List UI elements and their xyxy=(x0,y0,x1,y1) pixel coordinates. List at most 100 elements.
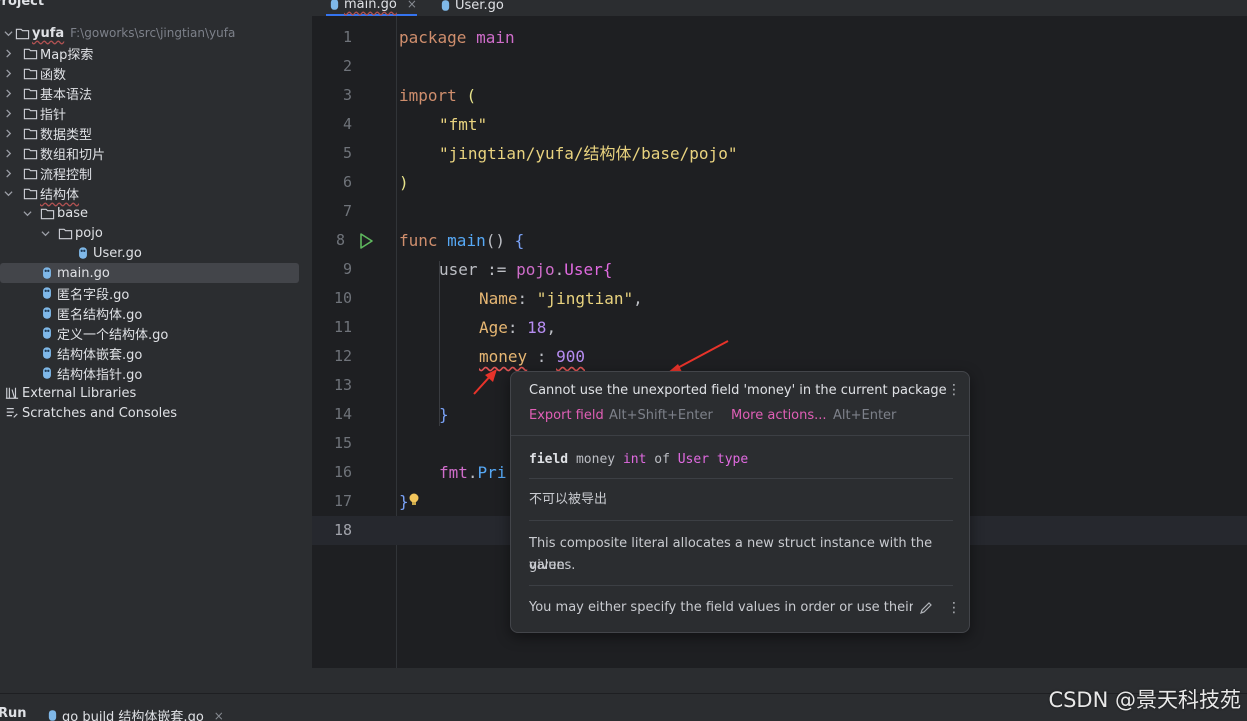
code-text: user := pojo.User{ xyxy=(439,255,612,284)
chevron-right-icon[interactable] xyxy=(2,47,14,59)
function-name: main xyxy=(447,231,486,250)
lightbulb-icon[interactable] xyxy=(408,492,420,508)
tree-folder-data-types[interactable]: 数据类型 xyxy=(0,123,299,143)
code-line: 10 Name: "jingtian", xyxy=(312,284,1247,313)
chevron-right-icon[interactable] xyxy=(2,127,14,139)
code-text: import ( xyxy=(399,81,476,110)
run-config-tab[interactable]: go build 结构体嵌套.go × xyxy=(44,706,224,721)
package-ref: pojo xyxy=(516,260,555,279)
tree-file-struct-pointer[interactable]: 结构体指针.go xyxy=(0,363,299,383)
close-icon[interactable]: × xyxy=(407,0,417,11)
tree-file-nested-struct[interactable]: 结构体嵌套.go xyxy=(0,343,299,363)
folder-label: pojo xyxy=(75,225,103,241)
error-message: Cannot use the unexported field 'money' … xyxy=(529,383,947,398)
project-panel-title: Project xyxy=(0,0,45,9)
chevron-right-icon[interactable] xyxy=(2,87,14,99)
line-number: 8 xyxy=(335,231,345,249)
file-label: 结构体指针.go xyxy=(57,367,143,383)
tab-label: main.go xyxy=(344,0,397,12)
go-file-icon xyxy=(437,0,453,13)
line-number: 6 xyxy=(342,173,352,191)
folder-icon xyxy=(22,145,38,161)
tree-file-anon-field[interactable]: 匿名字段.go xyxy=(0,283,299,303)
tree-folder-pointers[interactable]: 指针 xyxy=(0,103,299,123)
tree-root-yufa[interactable]: yufa F:\goworks\src\jingtian\yufa xyxy=(0,23,299,43)
package-ref: fmt xyxy=(439,463,468,482)
code-line: 11 Age: 18, xyxy=(312,313,1247,342)
scratches-icon xyxy=(4,405,20,421)
tree-scratches[interactable]: Scratches and Consoles xyxy=(0,403,299,423)
divider xyxy=(511,435,969,436)
tree-file-define-struct[interactable]: 定义一个结构体.go xyxy=(0,323,299,343)
chevron-down-icon[interactable] xyxy=(39,227,51,239)
run-tool-label[interactable]: Run xyxy=(0,706,27,721)
divider xyxy=(529,478,953,479)
brace: } xyxy=(439,405,449,424)
string-literal: "jingtian/yufa/结构体/base/pojo" xyxy=(439,144,738,163)
chevron-right-icon[interactable] xyxy=(2,107,14,119)
tree-folder-functions[interactable]: 函数 xyxy=(0,63,299,83)
folder-icon xyxy=(22,45,38,61)
folder-icon xyxy=(22,85,38,101)
folder-label: base xyxy=(57,205,88,221)
close-icon[interactable]: × xyxy=(214,709,224,721)
error-quickfix-popup: Cannot use the unexported field 'money' … xyxy=(510,371,970,633)
root-folder-name: yufa xyxy=(32,25,65,41)
package-name: main xyxy=(476,28,515,47)
brace: { xyxy=(602,260,613,279)
tree-external-libraries[interactable]: External Libraries xyxy=(0,383,299,403)
error-field-name[interactable]: money xyxy=(479,347,527,366)
field-name: Name xyxy=(479,289,518,308)
code-line: 3 import ( xyxy=(312,81,1247,110)
line-number: 1 xyxy=(342,28,352,46)
tree-folder-structs[interactable]: 结构体 xyxy=(0,183,299,203)
tab-user-go[interactable]: User.go xyxy=(437,0,504,16)
type-ref: User xyxy=(564,260,603,279)
edit-icon[interactable] xyxy=(919,601,933,615)
signature-of: of xyxy=(646,452,678,467)
folder-label: 基本语法 xyxy=(40,87,93,103)
chevron-down-icon[interactable] xyxy=(2,187,14,199)
tree-folder-basic-syntax[interactable]: 基本语法 xyxy=(0,83,299,103)
line-number: 13 xyxy=(333,376,352,394)
chevron-down-icon[interactable] xyxy=(21,207,33,219)
folder-icon xyxy=(22,105,38,121)
tab-main-go[interactable]: main.go × xyxy=(326,0,417,16)
chevron-right-icon[interactable] xyxy=(2,147,14,159)
folder-label: 数据类型 xyxy=(40,127,93,143)
tree-folder-flow-control[interactable]: 流程控制 xyxy=(0,163,299,183)
line-number: 10 xyxy=(333,289,352,307)
tree-file-user-go[interactable]: User.go xyxy=(0,243,299,263)
export-field-link[interactable]: Export field xyxy=(529,408,604,423)
tree-folder-arrays-slices[interactable]: 数组和切片 xyxy=(0,143,299,163)
tree-file-main-go[interactable]: main.go xyxy=(0,263,299,283)
code-text: func main() { xyxy=(399,226,524,255)
folder-label: 结构体 xyxy=(40,187,80,203)
more-options-icon[interactable]: ⋮ xyxy=(947,382,961,398)
root-folder-path: F:\goworks\src\jingtian\yufa xyxy=(70,26,236,40)
folder-icon xyxy=(57,225,73,241)
folder-icon xyxy=(22,65,38,81)
tree-label: Scratches and Consoles xyxy=(22,405,178,421)
chevron-right-icon[interactable] xyxy=(2,67,14,79)
code-line: 5 "jingtian/yufa/结构体/base/pojo" xyxy=(312,139,1247,168)
folder-label: 数组和切片 xyxy=(40,147,106,163)
string-literal: "jingtian" xyxy=(536,289,634,308)
keyword: import xyxy=(399,86,457,105)
more-options-icon[interactable]: ⋮ xyxy=(947,600,961,616)
keyword: package xyxy=(399,28,467,47)
more-actions-link[interactable]: More actions... xyxy=(731,408,827,423)
run-icon[interactable] xyxy=(357,232,375,250)
run-tab-label: go build 结构体嵌套.go xyxy=(62,710,204,721)
tree-folder-map[interactable]: Map探索 xyxy=(0,43,299,63)
folder-label: 指针 xyxy=(40,107,67,123)
library-icon xyxy=(4,385,20,401)
tree-file-anon-struct[interactable]: 匿名结构体.go xyxy=(0,303,299,323)
tree-folder-pojo[interactable]: pojo xyxy=(0,223,299,243)
tree-folder-base[interactable]: base xyxy=(0,203,299,223)
operator: := xyxy=(477,260,517,279)
line-number: 17 xyxy=(333,492,352,510)
chevron-right-icon[interactable] xyxy=(2,167,14,179)
chevron-down-icon[interactable] xyxy=(2,27,14,39)
number-literal: 900 xyxy=(556,347,585,366)
